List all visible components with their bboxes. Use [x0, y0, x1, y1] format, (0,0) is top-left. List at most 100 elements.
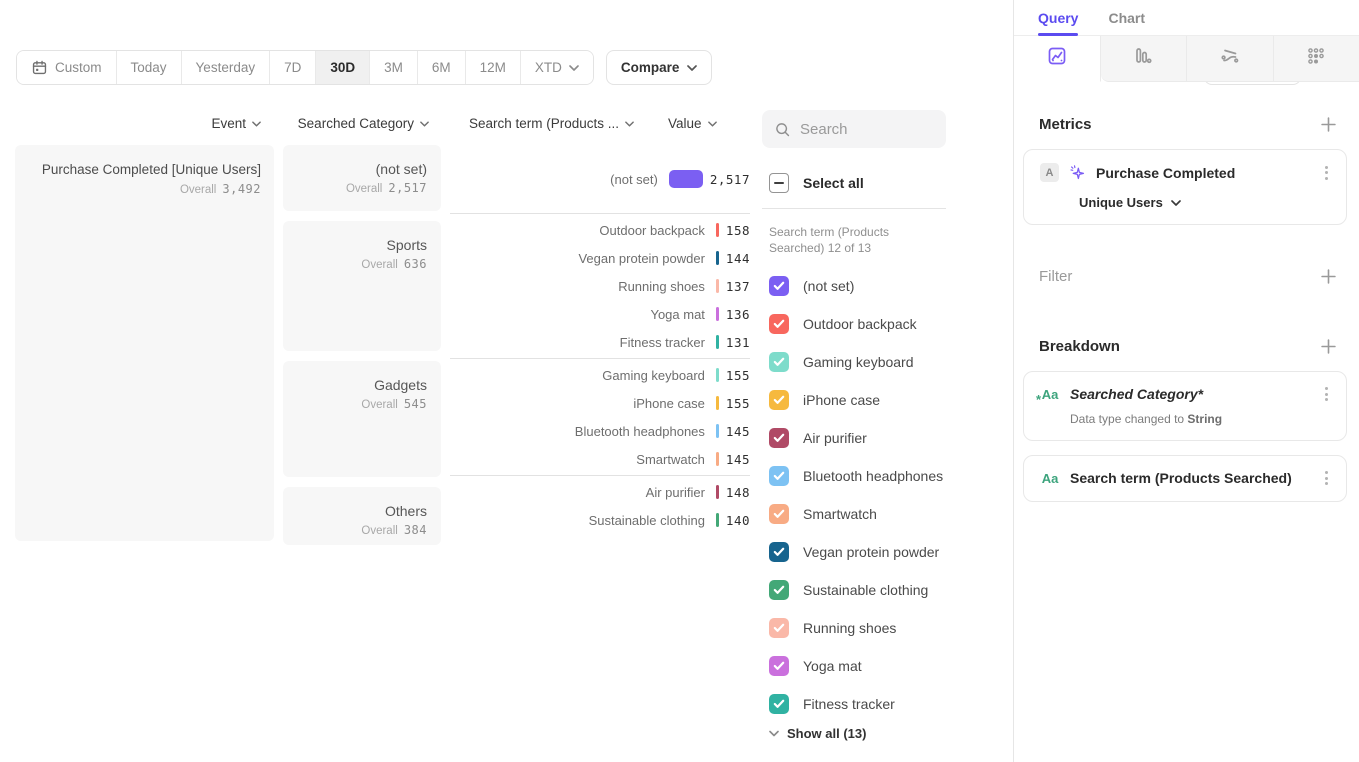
segment-checkbox[interactable]	[769, 656, 789, 676]
date-range-today[interactable]: Today	[117, 51, 182, 84]
term-row[interactable]: Gaming keyboard155	[450, 361, 750, 389]
date-range-6m[interactable]: 6M	[418, 51, 466, 84]
segment-search[interactable]	[762, 110, 946, 148]
segment-checkbox[interactable]	[769, 428, 789, 448]
search-input[interactable]	[800, 121, 920, 138]
compare-button[interactable]: Compare	[606, 50, 713, 85]
segment-item[interactable]: Running shoes	[762, 609, 1013, 647]
term-label: Vegan protein powder	[450, 251, 705, 266]
metric-event-name: Purchase Completed	[1096, 165, 1311, 181]
segment-item[interactable]: Smartwatch	[762, 495, 1013, 533]
term-value: 131	[726, 335, 750, 350]
segment-checkbox[interactable]	[769, 618, 789, 638]
chevron-down-icon	[625, 121, 634, 127]
breakdown-card-search-term[interactable]: Aa Search term (Products Searched)	[1023, 455, 1347, 502]
segment-item[interactable]: (not set)	[762, 267, 1013, 305]
category-cell[interactable]: GadgetsOverall545	[283, 361, 441, 477]
breakdown-options-button[interactable]	[1321, 385, 1332, 403]
measure-label: Unique Users	[1079, 195, 1163, 210]
add-metric-button[interactable]	[1317, 113, 1339, 135]
value-bar	[716, 307, 719, 321]
segment-item[interactable]: Sustainable clothing	[762, 571, 1013, 609]
app-root: CustomTodayYesterday7D30D3M6M12MXTD Comp…	[0, 0, 1359, 762]
filter-section-header: Filter	[1039, 265, 1339, 287]
breakdown-options-button[interactable]	[1321, 469, 1332, 487]
add-breakdown-button[interactable]	[1317, 335, 1339, 357]
check-icon	[773, 395, 785, 405]
value-bar	[716, 396, 719, 410]
breakdown-title: Breakdown	[1039, 338, 1120, 355]
check-icon	[773, 433, 785, 443]
term-row[interactable]: Outdoor backpack158	[450, 216, 750, 244]
select-all-row[interactable]: Select all	[762, 173, 1013, 193]
measure-selector[interactable]: Unique Users	[1079, 195, 1332, 210]
segment-checkbox[interactable]	[769, 694, 789, 714]
term-label: Fitness tracker	[450, 335, 705, 350]
column-header-search-term[interactable]: Search term (Products ...	[446, 116, 634, 131]
segment-checkbox[interactable]	[769, 504, 789, 524]
category-cell[interactable]: (not set)Overall2,517	[283, 145, 441, 211]
tab-chart[interactable]: Chart	[1108, 0, 1145, 35]
term-value: 145	[726, 452, 750, 467]
event-cell[interactable]: Purchase Completed [Unique Users] Overal…	[15, 145, 274, 541]
segment-checkbox[interactable]	[769, 352, 789, 372]
date-range-30d[interactable]: 30D	[316, 51, 370, 84]
term-row[interactable]: Bluetooth headphones145	[450, 417, 750, 445]
term-row[interactable]: Vegan protein powder144	[450, 244, 750, 272]
funnels-tab[interactable]	[1101, 36, 1187, 82]
event-column: Purchase Completed [Unique Users] Overal…	[15, 145, 274, 541]
term-row[interactable]: (not set)2,517	[450, 147, 750, 211]
show-all-button[interactable]: Show all (13)	[762, 726, 1013, 741]
search-icon	[774, 121, 791, 138]
column-header-event[interactable]: Event	[15, 116, 261, 131]
segment-item[interactable]: Air purifier	[762, 419, 1013, 457]
segment-item[interactable]: Bluetooth headphones	[762, 457, 1013, 495]
segment-label: Outdoor backpack	[803, 316, 917, 332]
segment-item[interactable]: Outdoor backpack	[762, 305, 1013, 343]
category-cell[interactable]: SportsOverall636	[283, 221, 441, 351]
add-filter-button[interactable]	[1317, 265, 1339, 287]
term-row[interactable]: iPhone case155	[450, 389, 750, 417]
term-row[interactable]: Air purifier148	[450, 478, 750, 506]
retention-tab[interactable]	[1273, 36, 1359, 82]
column-header-searched-category[interactable]: Searched Category	[283, 116, 429, 131]
column-header-value[interactable]: Value	[668, 116, 717, 131]
segment-item[interactable]: Yoga mat	[762, 647, 1013, 685]
chevron-down-icon	[1171, 200, 1181, 206]
breakdown-card-searched-category[interactable]: Aa* Searched Category* Data type changed…	[1023, 371, 1347, 441]
insights-tab[interactable]	[1014, 36, 1101, 82]
segment-item[interactable]: Vegan protein powder	[762, 533, 1013, 571]
tab-query[interactable]: Query	[1038, 0, 1078, 35]
term-label: Yoga mat	[450, 307, 705, 322]
segment-checkbox[interactable]	[769, 276, 789, 296]
category-cell[interactable]: OthersOverall384	[283, 487, 441, 545]
segment-label: (not set)	[803, 278, 854, 294]
metric-card[interactable]: A Purchase Completed Unique Users	[1023, 149, 1347, 225]
term-label: Air purifier	[450, 485, 705, 500]
date-range-xtd[interactable]: XTD	[521, 51, 593, 84]
segment-checkbox[interactable]	[769, 390, 789, 410]
segment-checkbox[interactable]	[769, 466, 789, 486]
date-range-yesterday[interactable]: Yesterday	[182, 51, 271, 84]
date-range-7d[interactable]: 7D	[270, 51, 316, 84]
date-range-12m[interactable]: 12M	[466, 51, 521, 84]
segment-item[interactable]: iPhone case	[762, 381, 1013, 419]
metric-options-button[interactable]	[1321, 164, 1332, 182]
metric-series-badge: A	[1040, 163, 1059, 182]
segment-item[interactable]: Fitness tracker	[762, 685, 1013, 723]
segment-checkbox[interactable]	[769, 580, 789, 600]
term-row[interactable]: Sustainable clothing140	[450, 506, 750, 534]
segment-item[interactable]: Gaming keyboard	[762, 343, 1013, 381]
term-row[interactable]: Yoga mat136	[450, 300, 750, 328]
term-row[interactable]: Fitness tracker 131	[450, 328, 750, 356]
date-range-custom[interactable]: Custom	[17, 51, 117, 84]
segment-checkbox[interactable]	[769, 314, 789, 334]
plus-icon	[1321, 269, 1336, 284]
category-name: Others	[293, 503, 427, 519]
date-range-3m[interactable]: 3M	[370, 51, 418, 84]
select-all-checkbox[interactable]	[769, 173, 789, 193]
term-row[interactable]: Smartwatch145	[450, 445, 750, 473]
segment-checkbox[interactable]	[769, 542, 789, 562]
term-row[interactable]: Running shoes137	[450, 272, 750, 300]
flows-tab[interactable]	[1186, 36, 1273, 82]
